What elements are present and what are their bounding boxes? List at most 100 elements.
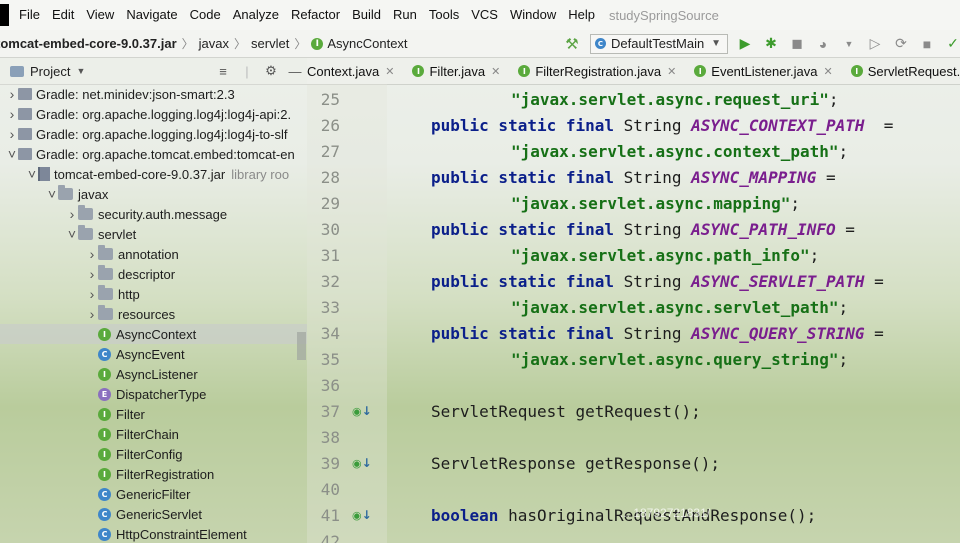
- profile-icon[interactable]: ◕: [812, 33, 834, 55]
- line-number: 37: [320, 401, 340, 421]
- menu-analyze[interactable]: Analyze: [227, 0, 285, 30]
- tree-item[interactable]: › Gradle: org.apache.logging.log4j:log4j-…: [0, 124, 307, 144]
- run-config-select[interactable]: C DefaultTestMain ▼: [590, 33, 728, 54]
- chevron-down-icon[interactable]: ▼: [76, 66, 85, 76]
- chevron-right-icon[interactable]: ›: [86, 266, 98, 282]
- tree-item[interactable]: I AsyncListener: [0, 364, 307, 384]
- chevron-right-icon[interactable]: ›: [86, 246, 98, 262]
- tree-item[interactable]: C GenericServlet: [0, 504, 307, 524]
- editor-tab[interactable]: I EventListener.java ✕: [684, 58, 840, 84]
- tree-item[interactable]: I Filter: [0, 404, 307, 424]
- tree-item[interactable]: I FilterConfig: [0, 444, 307, 464]
- tree-item-label: descriptor: [118, 266, 176, 282]
- build-hammer-icon[interactable]: ⚒: [562, 34, 582, 54]
- interface-icon: I: [98, 467, 111, 481]
- tree-item[interactable]: ˅ javax: [0, 184, 307, 204]
- editor-tab[interactable]: I Filter.java ✕: [402, 58, 508, 84]
- breadcrumb-current[interactable]: I AsyncContext: [311, 36, 408, 51]
- chevron-right-icon: 〉: [234, 37, 247, 51]
- close-icon[interactable]: ✕: [667, 65, 676, 78]
- tree-item[interactable]: E DispatcherType: [0, 384, 307, 404]
- editor-tab[interactable]: I ServletRequest.java: [841, 58, 960, 84]
- line-number: 25: [320, 89, 340, 109]
- chevron-down-icon[interactable]: ˅: [26, 166, 38, 182]
- tree-item[interactable]: I FilterChain: [0, 424, 307, 444]
- tree-item[interactable]: › http: [0, 284, 307, 304]
- close-icon[interactable]: ✕: [491, 65, 500, 78]
- tree-item[interactable]: › security.auth.message: [0, 204, 307, 224]
- implemented-method-icon[interactable]: ◉↓: [352, 456, 372, 470]
- tree-item[interactable]: C HttpConstraintElement: [0, 524, 307, 543]
- close-icon[interactable]: ✕: [824, 65, 833, 78]
- tree-item[interactable]: ˅ tomcat-embed-core-9.0.37.jar library roo: [0, 164, 307, 184]
- editor-tab[interactable]: Context.java ✕: [307, 58, 402, 84]
- breadcrumb-item[interactable]: javax: [199, 36, 229, 51]
- tree-item[interactable]: ˅ Gradle: org.apache.tomcat.embed:tomcat-…: [0, 144, 307, 164]
- gear-icon[interactable]: ⚙: [259, 63, 283, 79]
- breadcrumb-item[interactable]: servlet: [251, 36, 289, 51]
- implemented-method-icon[interactable]: ◉↓: [352, 508, 372, 522]
- tree-item[interactable]: ˅ servlet: [0, 224, 307, 244]
- line-number: 42: [320, 531, 340, 543]
- package-icon: [78, 225, 93, 240]
- tree-scrollbar[interactable]: [297, 332, 306, 360]
- tree-item[interactable]: C GenericFilter: [0, 484, 307, 504]
- more-run-icon[interactable]: ▼: [838, 33, 860, 55]
- chevron-down-icon[interactable]: ˅: [46, 186, 58, 202]
- menu-vcs[interactable]: VCS: [465, 0, 504, 30]
- menu-file[interactable]: File: [13, 0, 46, 30]
- menu-edit[interactable]: Edit: [46, 0, 80, 30]
- hide-panel-icon[interactable]: —: [283, 64, 307, 79]
- menu-code[interactable]: Code: [184, 0, 227, 30]
- menu-run[interactable]: Run: [387, 0, 423, 30]
- chevron-right-icon[interactable]: ›: [6, 86, 18, 102]
- menu-help[interactable]: Help: [562, 0, 601, 30]
- tree-item-label: Filter: [116, 406, 145, 422]
- code-text: "javax.servlet.async.mapping";: [511, 194, 800, 213]
- chevron-right-icon[interactable]: ›: [66, 206, 78, 222]
- implemented-method-icon[interactable]: ◉↓: [352, 404, 372, 418]
- chevron-down-icon: ▼: [711, 38, 721, 49]
- tree-item[interactable]: C AsyncEvent: [0, 344, 307, 364]
- tree-item[interactable]: I FilterRegistration: [0, 464, 307, 484]
- library-icon: [18, 88, 32, 100]
- interface-icon: I: [850, 65, 863, 77]
- tree-item-label: Gradle: org.apache.tomcat.embed:tomcat-e…: [36, 146, 295, 162]
- chevron-right-icon[interactable]: ›: [86, 286, 98, 302]
- tree-item[interactable]: › annotation: [0, 244, 307, 264]
- coverage-icon[interactable]: ◼: [786, 33, 808, 55]
- menu-build[interactable]: Build: [346, 0, 387, 30]
- editor-tab[interactable]: I FilterRegistration.java ✕: [508, 58, 684, 84]
- menu-refactor[interactable]: Refactor: [285, 0, 346, 30]
- tree-item[interactable]: › Gradle: org.apache.logging.log4j:log4j-…: [0, 104, 307, 124]
- line-number: 41: [320, 505, 340, 525]
- menu-window[interactable]: Window: [504, 0, 562, 30]
- close-icon[interactable]: ✕: [385, 65, 394, 78]
- class-icon: C: [98, 507, 111, 521]
- resume-icon[interactable]: ▷: [864, 33, 886, 55]
- collapse-all-icon[interactable]: ≡: [211, 64, 235, 79]
- tree-item[interactable]: › Gradle: net.minidev:json-smart:2.3: [0, 84, 307, 104]
- project-view-title[interactable]: Project: [30, 64, 70, 79]
- menu-navigate[interactable]: Navigate: [120, 0, 183, 30]
- chevron-right-icon[interactable]: ›: [86, 306, 98, 322]
- package-icon: [58, 185, 73, 200]
- tree-item[interactable]: › descriptor: [0, 264, 307, 284]
- code-editor[interactable]: 25 "javax.servlet.async.request_uri"; 26 pu…: [307, 84, 960, 543]
- tree-item[interactable]: I AsyncContext: [0, 324, 307, 344]
- update-icon[interactable]: ✓: [942, 33, 960, 55]
- code-line: 35 "javax.servlet.async.query_string";: [307, 346, 960, 372]
- tree-item[interactable]: › resources: [0, 304, 307, 324]
- chevron-right-icon[interactable]: ›: [6, 106, 18, 122]
- run-icon[interactable]: ▶: [734, 33, 756, 55]
- attach-icon[interactable]: ⟳: [890, 33, 912, 55]
- stop-icon[interactable]: ■: [916, 33, 938, 55]
- menu-tools[interactable]: Tools: [423, 0, 465, 30]
- chevron-down-icon[interactable]: ˅: [6, 146, 18, 162]
- debug-icon[interactable]: ✱: [760, 33, 782, 55]
- down-arrow-icon: ↓: [361, 456, 372, 470]
- chevron-down-icon[interactable]: ˅: [66, 226, 78, 242]
- menu-view[interactable]: View: [80, 0, 120, 30]
- chevron-right-icon[interactable]: ›: [6, 126, 18, 142]
- breadcrumb-item[interactable]: tomcat-embed-core-9.0.37.jar: [0, 36, 177, 51]
